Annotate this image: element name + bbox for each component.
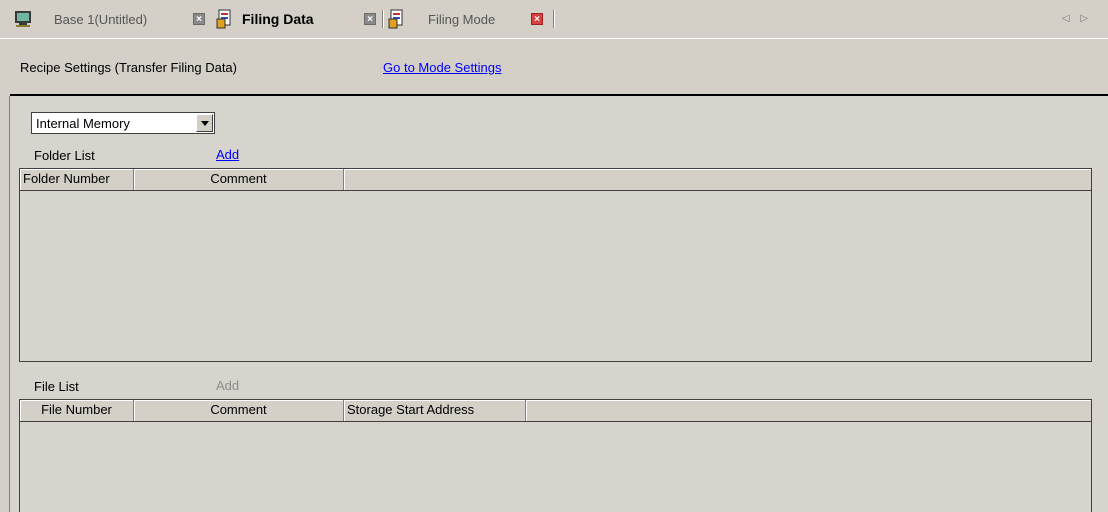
tab-filing-mode[interactable]: Filing Mode	[388, 8, 495, 30]
column-header-file-number[interactable]: File Number	[20, 400, 134, 421]
column-header-filler	[344, 169, 1091, 190]
column-header-storage-start-address[interactable]: Storage Start Address	[344, 400, 526, 421]
recipe-document-icon	[216, 9, 231, 29]
go-to-mode-settings-link[interactable]: Go to Mode Settings	[383, 60, 502, 75]
folder-list-table[interactable]: Folder Number Comment	[19, 168, 1092, 362]
column-header-filler	[526, 400, 1091, 421]
tab-label: Filing Mode	[428, 11, 496, 27]
recipe-document-icon	[388, 9, 403, 29]
monitor-icon	[15, 11, 31, 27]
close-tab-filing-mode-icon[interactable]: ×	[531, 13, 543, 25]
folder-list-label: Folder List	[34, 148, 95, 163]
tab-scroll-arrows-icon[interactable]: ◁ ▷	[1062, 13, 1092, 24]
add-file-link-disabled: Add	[216, 378, 240, 393]
file-list-table[interactable]: File Number Comment Storage Start Addres…	[19, 399, 1092, 512]
storage-select[interactable]: Internal Memory	[31, 112, 215, 134]
editor-tab-bar: Base 1(Untitled) × Filing Data × Filing …	[0, 0, 1108, 39]
table-header: Folder Number Comment	[20, 169, 1091, 191]
tab-label: Base 1(Untitled)	[54, 11, 148, 27]
dropdown-arrow-icon[interactable]	[196, 114, 213, 132]
column-header-comment[interactable]: Comment	[134, 400, 344, 421]
tab-base-1[interactable]: Base 1(Untitled)	[14, 8, 147, 30]
close-tab-filing-data-icon[interactable]: ×	[364, 13, 376, 25]
tab-label: Filing Data	[242, 11, 314, 27]
table-header: File Number Comment Storage Start Addres…	[20, 400, 1091, 422]
tab-separator	[382, 10, 384, 28]
tab-filing-data[interactable]: Filing Data	[216, 8, 314, 30]
close-tab-base-1-icon[interactable]: ×	[193, 13, 205, 25]
column-header-folder-number[interactable]: Folder Number	[20, 169, 134, 190]
storage-select-value: Internal Memory	[36, 116, 130, 131]
file-list-label: File List	[34, 379, 79, 394]
tab-separator	[553, 10, 555, 28]
add-folder-link[interactable]: Add	[216, 147, 239, 162]
page-title: Recipe Settings (Transfer Filing Data)	[20, 60, 237, 75]
column-header-comment[interactable]: Comment	[134, 169, 344, 190]
